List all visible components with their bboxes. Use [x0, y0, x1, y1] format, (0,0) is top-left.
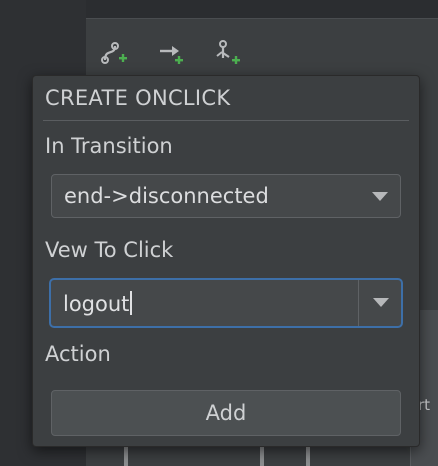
transition-value: end->disconnected	[64, 184, 269, 208]
transition-dropdown[interactable]: end->disconnected	[51, 174, 401, 218]
popup-title: CREATE ONCLICK	[45, 86, 231, 110]
divider	[43, 120, 409, 121]
add-button[interactable]: Add	[51, 390, 401, 436]
motion-toolbar	[86, 18, 438, 81]
text-caret	[130, 291, 132, 315]
action-label: Action	[45, 342, 111, 366]
chevron-down-icon[interactable]	[373, 298, 389, 307]
create-transition-icon[interactable]	[98, 37, 130, 69]
combo-separator	[358, 280, 359, 326]
view-to-click-label: Vew To Click	[45, 238, 174, 262]
create-onclick-icon[interactable]	[156, 37, 188, 69]
chevron-down-icon	[372, 192, 388, 201]
create-onclick-popup: CREATE ONCLICK In Transition end->discon…	[32, 75, 420, 447]
view-to-click-input[interactable]: logout	[63, 291, 132, 316]
create-onswipe-icon[interactable]	[212, 37, 244, 69]
view-to-click-combo[interactable]: logout	[49, 278, 403, 328]
editor-window: rt CREATE ONCLICK In Transition end->dis…	[0, 0, 438, 466]
transition-label: In Transition	[45, 134, 173, 158]
